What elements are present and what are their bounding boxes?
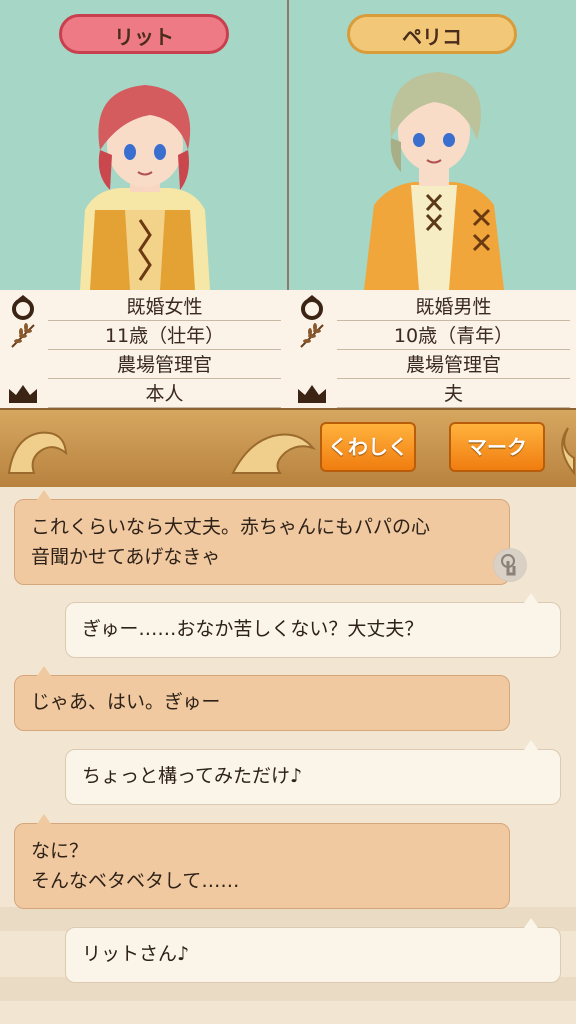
job-value: 農場管理官 <box>337 350 570 379</box>
age-row: 11歳（壮年） <box>0 321 287 350</box>
message-bubble: ちょっと構ってみただけ♪ <box>65 740 561 805</box>
message-text: ちょっと構ってみただけ♪ <box>82 765 303 787</box>
character-info: 既婚女性 11歳（壮年） 農場管理官 本人 既婚男性 10歳（青年） 農場管理官 <box>0 290 576 408</box>
crown-icon <box>9 385 37 403</box>
age-value: 10歳（青年） <box>337 321 570 350</box>
message-text: ぎゅー……おなか苦しくない？大丈夫？ <box>82 618 424 640</box>
ring-icon <box>12 295 34 320</box>
right-character-panel[interactable]: ペリコ <box>289 0 576 290</box>
relation-value: 本人 <box>48 379 281 408</box>
relation-row: 本人 <box>0 379 287 408</box>
message-text: リットさん♪ <box>82 943 190 965</box>
relation-row: 夫 <box>289 379 576 408</box>
mark-button[interactable]: マーク <box>449 422 545 472</box>
ornament-center <box>231 433 317 474</box>
status-row: 既婚男性 <box>289 292 576 321</box>
message-bubble: なに？ そんなベタベタして…… <box>14 814 510 909</box>
message-text: なに？ そんなベタベタして…… <box>31 840 240 892</box>
right-character-name: ペリコ <box>347 14 517 54</box>
left-character-name: リット <box>59 14 229 54</box>
age-value: 11歳（壮年） <box>48 321 281 350</box>
right-character-portrait <box>364 72 504 290</box>
relation-value: 夫 <box>337 379 570 408</box>
chat-log[interactable]: これくらいなら大丈夫。赤ちゃんにもパパの心 音聞かせてあげなきゃ ぎゅー……おな… <box>0 487 576 1024</box>
ring-icon <box>301 295 323 320</box>
ornament-left <box>7 431 68 474</box>
action-bar: くわしく マーク <box>0 408 576 489</box>
status-value: 既婚女性 <box>48 292 281 321</box>
message-bubble: じゃあ、はい。ぎゅー <box>14 666 510 731</box>
detail-button[interactable]: くわしく <box>320 422 416 472</box>
status-value: 既婚男性 <box>337 292 570 321</box>
wheat-icon <box>11 323 35 348</box>
job-value: 農場管理官 <box>48 350 281 379</box>
job-icon-blank <box>6 352 40 378</box>
tap-icon[interactable] <box>493 548 527 582</box>
message-bubble: ぎゅー……おなか苦しくない？大丈夫？ <box>65 593 561 658</box>
message-text: じゃあ、はい。ぎゅー <box>31 691 221 713</box>
left-character-portrait <box>80 85 210 290</box>
left-character-info: 既婚女性 11歳（壮年） 農場管理官 本人 <box>0 290 287 408</box>
job-row: 農場管理官 <box>0 350 287 379</box>
message-text: これくらいなら大丈夫。赤ちゃんにもパパの心 音聞かせてあげなきゃ <box>31 516 431 568</box>
job-row: 農場管理官 <box>289 350 576 379</box>
age-row: 10歳（青年） <box>289 321 576 350</box>
crown-icon <box>298 385 326 403</box>
message-bubble: リットさん♪ <box>65 918 561 983</box>
job-icon-blank <box>295 352 329 378</box>
status-row: 既婚女性 <box>0 292 287 321</box>
message-bubble: これくらいなら大丈夫。赤ちゃんにもパパの心 音聞かせてあげなきゃ <box>14 490 510 585</box>
right-character-info: 既婚男性 10歳（青年） 農場管理官 夫 <box>289 290 576 408</box>
ornament-right <box>561 427 575 476</box>
wheat-icon <box>300 323 324 348</box>
left-character-panel[interactable]: リット <box>0 0 287 290</box>
